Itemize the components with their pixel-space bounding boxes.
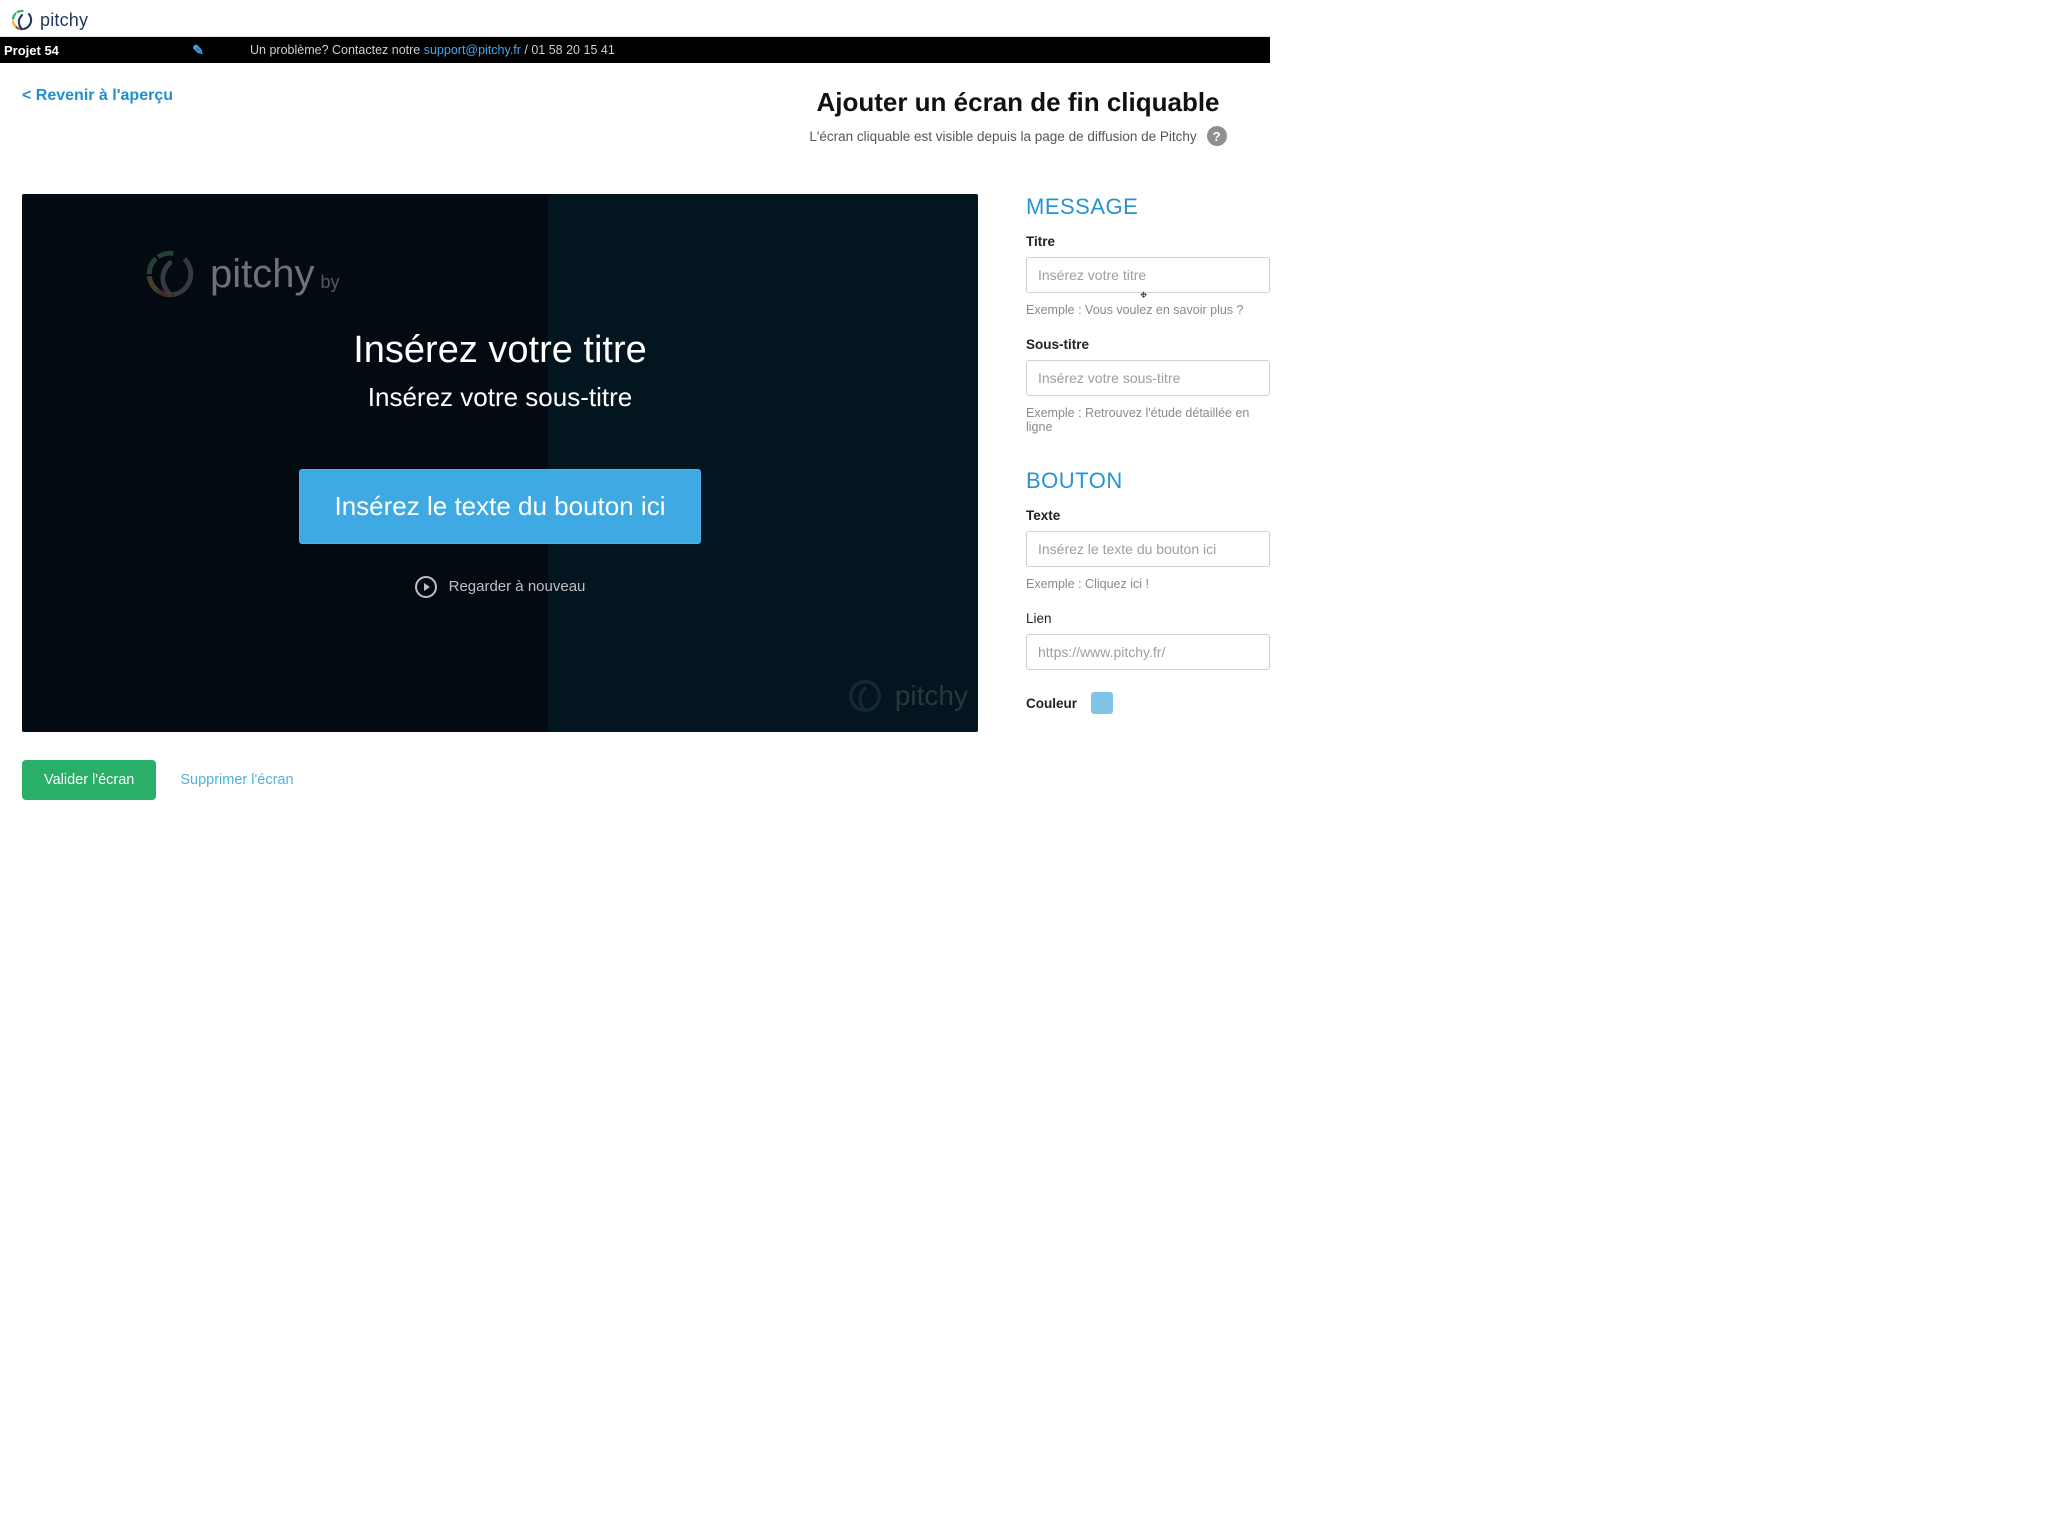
project-name: Projet 54 [4, 43, 59, 58]
support-text: Un problème? Contactez notre support@pit… [220, 43, 615, 57]
pitchy-logo-icon [843, 674, 887, 718]
message-section-heading: MESSAGE [1026, 194, 1270, 220]
play-icon [415, 576, 437, 598]
subtitle-label: Sous-titre [1026, 337, 1270, 352]
header-logo-row: pitchy [0, 0, 1270, 37]
preview-cta-button[interactable]: Insérez le texte du bouton ici [299, 469, 702, 544]
remove-screen-button[interactable]: Supprimer l'écran [180, 772, 293, 788]
brand-name: pitchy [40, 10, 88, 31]
validate-screen-button[interactable]: Valider l'écran [22, 760, 156, 800]
end-screen-preview: pitchy by Insérez votre titre Insérez vo… [22, 194, 978, 732]
title-input[interactable] [1026, 257, 1270, 293]
support-email-link[interactable]: support@pitchy.fr [424, 43, 521, 57]
back-to-preview-link[interactable]: < Revenir à l'aperçu [22, 87, 173, 105]
title-hint: Exemple : Vous voulez en savoir plus ? [1026, 303, 1270, 317]
button-color-swatch[interactable] [1091, 692, 1113, 714]
edit-project-icon[interactable]: ✎ [192, 42, 212, 59]
button-link-label: Lien [1026, 611, 1270, 626]
title-label: Titre [1026, 234, 1270, 249]
button-color-label: Couleur [1026, 696, 1077, 711]
button-link-input[interactable] [1026, 634, 1270, 670]
help-icon[interactable]: ? [1207, 126, 1227, 146]
page-title: Ajouter un écran de fin cliquable [768, 87, 1268, 118]
text-cursor-icon: ⌖ [1140, 287, 1147, 303]
subtitle-hint: Exemple : Retrouvez l'étude détaillée en… [1026, 406, 1270, 434]
preview-subtitle: Insérez votre sous-titre [368, 382, 632, 413]
preview-title: Insérez votre titre [353, 329, 647, 372]
button-text-hint: Exemple : Cliquez ici ! [1026, 577, 1270, 591]
page-subtitle: L'écran cliquable est visible depuis la … [809, 129, 1196, 144]
project-bar: Projet 54 ✎ Un problème? Contactez notre… [0, 37, 1270, 63]
button-section-heading: BOUTON [1026, 468, 1270, 494]
button-text-input[interactable] [1026, 531, 1270, 567]
rewatch-button[interactable]: Regarder à nouveau [415, 576, 586, 598]
subtitle-input[interactable] [1026, 360, 1270, 396]
button-text-label: Texte [1026, 508, 1270, 523]
watermark-bottom-right: pitchy [843, 674, 968, 718]
pitchy-logo-icon [8, 6, 36, 34]
